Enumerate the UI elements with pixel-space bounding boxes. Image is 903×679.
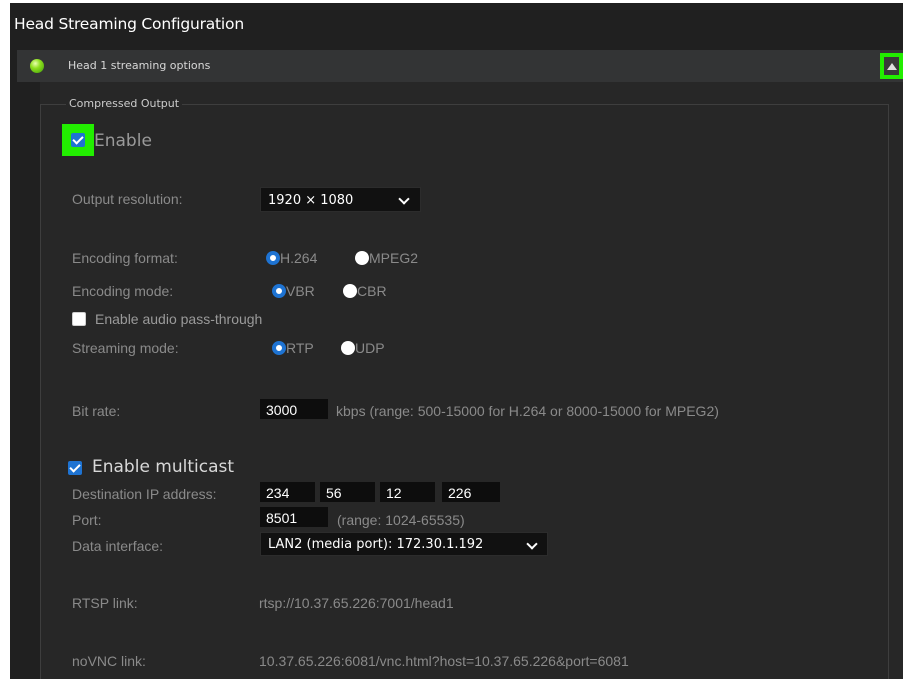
encoding-format-mpeg2-radio[interactable] — [355, 251, 369, 265]
destination-ip-label: Destination IP address: — [72, 486, 217, 502]
collapse-button[interactable] — [880, 53, 903, 79]
head-1-panel-header[interactable]: Head 1 streaming options — [17, 50, 903, 82]
streaming-mode-rtp-radio[interactable] — [272, 341, 286, 355]
encoding-mode-cbr-label[interactable]: CBR — [357, 283, 387, 299]
ip-octet-1-input[interactable]: 234 — [260, 482, 315, 502]
multicast-label[interactable]: Enable multicast — [92, 457, 234, 477]
chevron-down-icon — [526, 538, 538, 550]
port-label: Port: — [72, 512, 102, 528]
bit-rate-label: Bit rate: — [72, 403, 121, 419]
bit-rate-input[interactable]: 3000 — [260, 399, 328, 419]
novnc-link-value: 10.37.65.226:6081/vnc.html?host=10.37.65… — [259, 653, 629, 669]
data-interface-label: Data interface: — [72, 538, 164, 554]
compressed-output-legend: Compressed Output — [66, 97, 183, 110]
streaming-config-window: Head Streaming Configuration Head 1 stre… — [10, 3, 903, 679]
enable-checkbox[interactable] — [71, 133, 85, 147]
status-led-icon — [30, 59, 44, 73]
ip-octet-2-input[interactable]: 56 — [320, 482, 375, 502]
output-resolution-label: Output resolution: — [72, 191, 183, 207]
output-resolution-select[interactable]: 1920 × 1080 — [260, 187, 421, 212]
encoding-format-mpeg2-label[interactable]: MPEG2 — [369, 250, 418, 266]
streaming-mode-udp-radio[interactable] — [341, 341, 355, 355]
enable-checkbox-highlight[interactable] — [62, 124, 94, 156]
window-title: Head Streaming Configuration — [14, 15, 244, 33]
streaming-mode-udp-label[interactable]: UDP — [355, 340, 385, 356]
audio-passthrough-label[interactable]: Enable audio pass-through — [95, 311, 262, 327]
encoding-format-label: Encoding format: — [72, 250, 178, 266]
audio-passthrough-checkbox[interactable] — [72, 312, 86, 326]
streaming-mode-rtp-label[interactable]: RTP — [286, 340, 314, 356]
ip-octet-3-input[interactable]: 12 — [380, 482, 435, 502]
encoding-mode-label: Encoding mode: — [72, 283, 174, 299]
panel-title: Head 1 streaming options — [68, 59, 211, 72]
port-input[interactable]: 8501 — [260, 507, 328, 527]
data-interface-select[interactable]: LAN2 (media port): 172.30.1.192 — [260, 532, 548, 556]
bit-rate-hint: kbps (range: 500-15000 for H.264 or 8000… — [336, 403, 719, 419]
novnc-link-label: noVNC link: — [72, 653, 146, 669]
encoding-mode-vbr-label[interactable]: VBR — [286, 283, 315, 299]
streaming-mode-label: Streaming mode: — [72, 340, 179, 356]
encoding-mode-cbr-radio[interactable] — [343, 284, 357, 298]
chevron-down-icon — [398, 193, 410, 205]
rtsp-link-label: RTSP link: — [72, 595, 138, 611]
enable-label: Enable — [94, 131, 152, 151]
output-resolution-value: 1920 × 1080 — [268, 193, 354, 208]
rtsp-link-value: rtsp://10.37.65.226:7001/head1 — [259, 595, 454, 611]
encoding-format-h264-label[interactable]: H.264 — [280, 250, 317, 266]
encoding-format-h264-radio[interactable] — [266, 251, 280, 265]
encoding-mode-vbr-radio[interactable] — [272, 284, 286, 298]
port-hint: (range: 1024-65535) — [337, 512, 465, 528]
ip-octet-4-input[interactable]: 226 — [442, 482, 500, 502]
multicast-checkbox[interactable] — [68, 461, 82, 475]
data-interface-value: LAN2 (media port): 172.30.1.192 — [268, 537, 484, 552]
triangle-up-icon — [887, 63, 897, 70]
